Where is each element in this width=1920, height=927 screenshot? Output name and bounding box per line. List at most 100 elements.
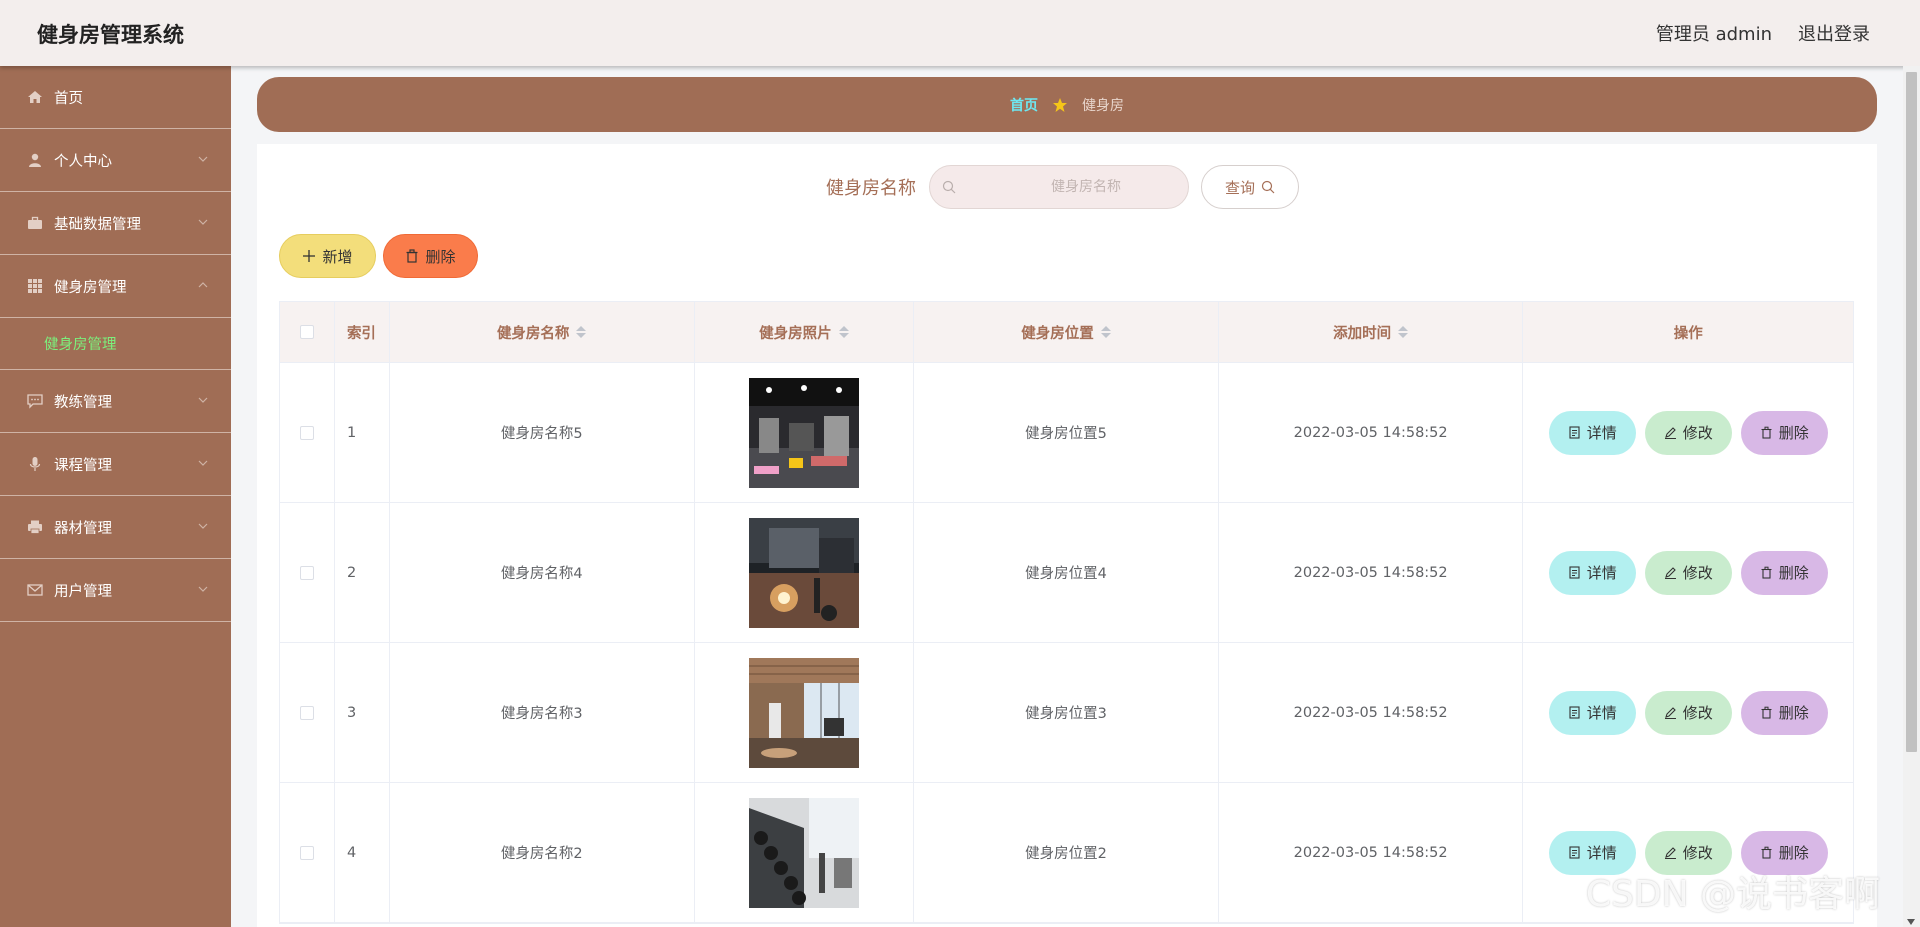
- header-index: 索引: [335, 302, 390, 362]
- edit-button[interactable]: 修改: [1644, 550, 1732, 595]
- sidebar-item-label: 基础数据管理: [54, 216, 141, 233]
- sidebar-item-label: 首页: [54, 90, 83, 107]
- top-header: 健身房管理系统 管理员 admin 退出登录: [0, 0, 1920, 66]
- gym-photo[interactable]: [748, 797, 859, 908]
- row-index: 1: [335, 363, 390, 502]
- row-ops-cell: 详情 修改 删除: [1523, 363, 1853, 502]
- chat-icon: [26, 392, 44, 410]
- query-button-label: 查询: [1224, 178, 1255, 197]
- sort-icon[interactable]: [576, 326, 587, 338]
- logout-link[interactable]: 退出登录: [1798, 20, 1870, 46]
- row-checkbox[interactable]: [299, 705, 314, 720]
- document-icon: [1569, 426, 1580, 439]
- row-photo-cell: [695, 783, 915, 922]
- edit-button[interactable]: 修改: [1644, 690, 1732, 735]
- user-icon: [26, 151, 44, 169]
- header-time[interactable]: 添加时间: [1219, 302, 1524, 362]
- row-index: 3: [335, 643, 390, 782]
- chevron-down-icon: [198, 523, 208, 529]
- select-all-checkbox[interactable]: [299, 325, 314, 339]
- row-photo-cell: [695, 503, 915, 642]
- breadcrumb-home-link[interactable]: 首页: [1010, 95, 1038, 115]
- header-photo[interactable]: 健身房照片: [695, 302, 915, 362]
- edit-label: 修改: [1682, 564, 1713, 582]
- detail-label: 详情: [1586, 844, 1617, 862]
- table-row: 2 健身房名称4 健身房位置4 2022-03-05 14:58:52 详情 修…: [280, 503, 1853, 643]
- row-select-cell: [280, 783, 335, 922]
- scroll-down-arrow-icon[interactable]: [1907, 919, 1915, 925]
- batch-delete-button[interactable]: 删除: [383, 234, 478, 278]
- admin-user-label[interactable]: 管理员 admin: [1656, 20, 1772, 46]
- plus-icon: [303, 250, 316, 262]
- edit-icon: [1664, 707, 1676, 719]
- sidebar-item-course[interactable]: 课程管理: [0, 433, 231, 496]
- breadcrumb-current: 健身房: [1082, 97, 1124, 114]
- detail-label: 详情: [1586, 424, 1617, 442]
- page-scrollbar[interactable]: [1903, 66, 1920, 927]
- trash-icon: [1761, 706, 1772, 719]
- row-checkbox[interactable]: [299, 425, 314, 440]
- detail-button[interactable]: 详情: [1548, 690, 1636, 735]
- row-time: 2022-03-05 14:58:52: [1219, 783, 1524, 922]
- row-name: 健身房名称4: [390, 503, 695, 642]
- header-ops: 操作: [1673, 325, 1703, 342]
- delete-button[interactable]: 删除: [1740, 550, 1828, 595]
- row-location: 健身房位置2: [914, 783, 1219, 922]
- chevron-up-icon: [198, 282, 208, 288]
- sort-icon[interactable]: [838, 326, 849, 338]
- header-location[interactable]: 健身房位置: [914, 302, 1219, 362]
- grid-icon: [26, 277, 44, 295]
- trash-icon: [406, 249, 418, 263]
- row-ops: 详情 修改 删除: [1548, 550, 1828, 595]
- delete-button[interactable]: 删除: [1740, 690, 1828, 735]
- row-ops: 详情 修改 删除: [1548, 410, 1828, 455]
- sidebar-item-profile[interactable]: 个人中心: [0, 129, 231, 192]
- gym-table: 索引 健身房名称 健身房照片 健身房位置 添加时间 操作 1 健身房名称5 健身…: [279, 301, 1854, 924]
- search-icon: [942, 180, 956, 194]
- row-select-cell: [280, 363, 335, 502]
- edit-label: 修改: [1682, 704, 1713, 722]
- search-input[interactable]: [986, 179, 1186, 195]
- search-box[interactable]: [929, 165, 1189, 209]
- mic-icon: [26, 455, 44, 473]
- sidebar-item-label: 课程管理: [54, 457, 112, 474]
- detail-button[interactable]: 详情: [1548, 550, 1636, 595]
- row-checkbox[interactable]: [299, 565, 314, 580]
- edit-label: 修改: [1682, 844, 1713, 862]
- sort-icon[interactable]: [1398, 326, 1409, 338]
- delete-button[interactable]: 删除: [1740, 410, 1828, 455]
- sidebar-item-equipment[interactable]: 器材管理: [0, 496, 231, 559]
- sort-icon[interactable]: [1100, 326, 1111, 338]
- edit-button[interactable]: 修改: [1644, 410, 1732, 455]
- header-user-area: 管理员 admin 退出登录: [1656, 20, 1870, 46]
- sidebar-item-home[interactable]: 首页: [0, 66, 231, 129]
- row-checkbox[interactable]: [299, 845, 314, 860]
- scrollbar-thumb[interactable]: [1906, 72, 1917, 752]
- action-bar: 新增 删除: [279, 234, 478, 278]
- mail-icon: [26, 581, 44, 599]
- search-bar: 健身房名称 查询: [826, 165, 1299, 209]
- chevron-down-icon: [198, 219, 208, 225]
- gym-photo[interactable]: [748, 377, 859, 488]
- header-name[interactable]: 健身房名称: [390, 302, 695, 362]
- delete-label: 删除: [1778, 564, 1809, 582]
- detail-label: 详情: [1586, 704, 1617, 722]
- table-row: 3 健身房名称3 健身房位置3 2022-03-05 14:58:52 详情 修…: [280, 643, 1853, 783]
- row-time: 2022-03-05 14:58:52: [1219, 643, 1524, 782]
- sidebar-item-coach[interactable]: 教练管理: [0, 370, 231, 433]
- sidebar-item-users[interactable]: 用户管理: [0, 559, 231, 622]
- gym-photo[interactable]: [748, 517, 859, 628]
- sidebar-item-gym-management[interactable]: 健身房管理: [0, 255, 231, 318]
- gym-photo[interactable]: [748, 657, 859, 768]
- sidebar-item-basic-data[interactable]: 基础数据管理: [0, 192, 231, 255]
- add-button[interactable]: 新增: [279, 234, 376, 278]
- search-icon: [1261, 180, 1275, 194]
- query-button[interactable]: 查询: [1201, 165, 1299, 209]
- detail-button[interactable]: 详情: [1548, 410, 1636, 455]
- delete-label: 删除: [1778, 704, 1809, 722]
- sidebar-subitem-gym-management[interactable]: 健身房管理: [0, 318, 231, 370]
- row-ops-cell: 详情 修改 删除: [1523, 503, 1853, 642]
- document-icon: [1569, 706, 1580, 719]
- delete-label: 删除: [1778, 424, 1809, 442]
- edit-label: 修改: [1682, 424, 1713, 442]
